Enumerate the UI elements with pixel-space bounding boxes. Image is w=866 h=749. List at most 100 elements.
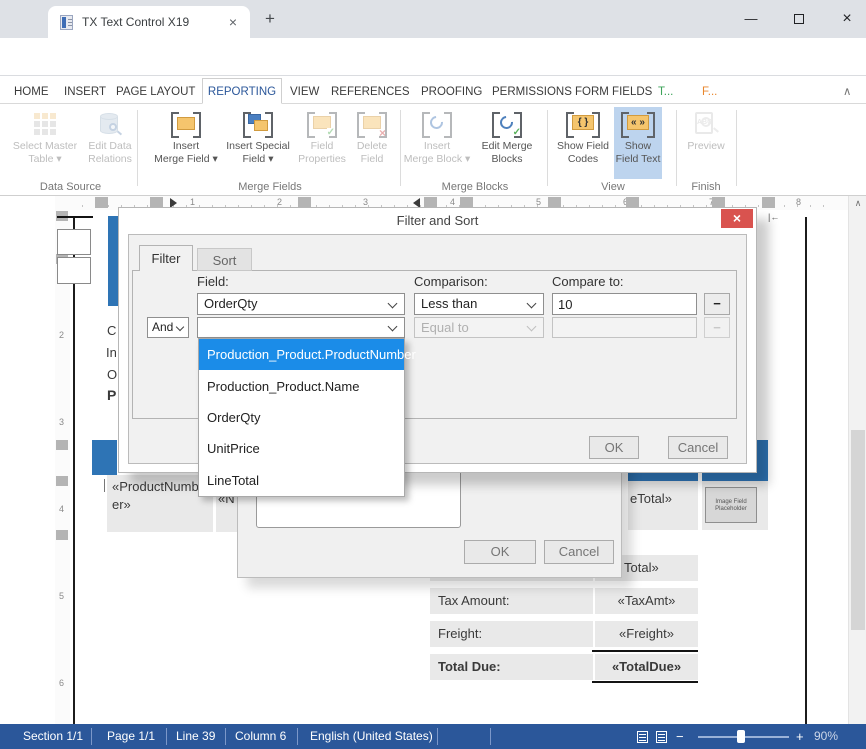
edit-data-relations-button[interactable]: Edit DataRelations	[82, 107, 138, 179]
database-search-icon	[100, 108, 120, 140]
comparison-select-row1[interactable]: Less than	[414, 293, 544, 315]
group-label-data-source: Data Source	[4, 181, 137, 193]
conjunction-select[interactable]: And	[147, 317, 189, 338]
preview-icon: ABC	[693, 108, 719, 140]
tab-t-truncated[interactable]: T...	[658, 81, 673, 104]
merge-field-subtotal-fragment: Total»	[624, 560, 659, 575]
new-tab-button[interactable]: +	[260, 9, 280, 29]
tab-form-fields[interactable]: FORM FIELDS	[575, 81, 652, 104]
preview-button[interactable]: ABC Preview	[682, 107, 730, 179]
tab-view[interactable]: VIEW	[290, 81, 319, 104]
tab-sort[interactable]: Sort	[197, 248, 252, 271]
merge-field-product-number: er»	[112, 497, 131, 512]
insert-merge-field-button[interactable]: InsertMerge Field ▾	[150, 107, 222, 179]
compare-to-input-row1[interactable]	[552, 293, 697, 315]
tab-insert[interactable]: INSERT	[64, 81, 106, 104]
window-minimize-button[interactable]: —	[736, 8, 766, 30]
field-select-row1[interactable]: OrderQty	[197, 293, 405, 315]
check-badge-icon: ✓	[513, 128, 521, 138]
ruler-number: 2	[59, 330, 64, 340]
totals-value-cell[interactable]: «TotalDue»	[595, 654, 698, 680]
delete-field-button[interactable]: × DeleteField	[350, 107, 394, 179]
text-fragment: P	[107, 387, 116, 403]
dropdown-item-product-name[interactable]: Production_Product.Name	[199, 370, 404, 401]
group-label-merge-blocks: Merge Blocks	[403, 181, 547, 193]
page-right-border	[805, 217, 807, 724]
compare-to-input-row2[interactable]	[552, 317, 697, 338]
totals-label-cell[interactable]: Total Due:	[430, 654, 593, 680]
table-cell-fragment	[57, 257, 91, 284]
merge-field-product-number: «ProductNumb	[112, 479, 199, 494]
merge-block-icon	[422, 108, 452, 140]
dropdown-item-product-number[interactable]: Production_Product.ProductNumber	[199, 339, 404, 370]
cancel-button[interactable]: Cancel	[668, 436, 728, 459]
tab-page-layout[interactable]: PAGE LAYOUT	[116, 81, 195, 104]
chevron-down-icon	[527, 322, 537, 332]
zoom-slider-thumb[interactable]	[737, 730, 745, 743]
chevron-down-icon	[388, 299, 398, 309]
status-line: Line 39	[176, 729, 215, 743]
tab-proofing[interactable]: PROOFING	[421, 81, 482, 104]
merge-field-icon	[171, 108, 201, 140]
select-master-table-button[interactable]: Select MasterTable ▾	[8, 107, 82, 179]
ruler-number: 1	[190, 197, 195, 207]
tab-permissions[interactable]: PERMISSIONS	[492, 81, 572, 104]
tab-filter[interactable]: Filter	[139, 245, 193, 271]
window-close-button[interactable]: ×	[832, 8, 862, 30]
window-maximize-button[interactable]	[784, 8, 814, 30]
show-field-text-button[interactable]: « » ShowField Text	[614, 107, 662, 179]
show-field-codes-button[interactable]: { } Show FieldCodes	[554, 107, 612, 179]
field-select-row2[interactable]	[197, 317, 405, 338]
fit-page-icon[interactable]	[637, 731, 648, 743]
background-cancel-button[interactable]: Cancel	[544, 540, 614, 564]
edit-merge-blocks-button[interactable]: ✓ Edit MergeBlocks	[474, 107, 540, 179]
dropdown-item-linetotal[interactable]: LineTotal	[199, 465, 404, 496]
insert-merge-block-button[interactable]: InsertMerge Block ▾	[404, 107, 470, 179]
chevron-down-icon	[527, 299, 537, 309]
column-gripper[interactable]	[762, 197, 775, 208]
tab-home[interactable]: HOME	[14, 81, 49, 104]
totals-label-cell[interactable]: Freight:	[430, 621, 593, 647]
check-badge-icon: ✓	[327, 128, 335, 138]
tab-title: TX Text Control X19	[82, 15, 189, 29]
column-gripper[interactable]	[95, 197, 108, 208]
ok-button[interactable]: OK	[589, 436, 639, 459]
merge-field-freight: «Freight»	[619, 626, 674, 641]
scrollbar-thumb[interactable]	[851, 430, 865, 630]
background-ok-button[interactable]: OK	[464, 540, 536, 564]
totals-label-cell[interactable]: Tax Amount:	[430, 588, 593, 614]
comparison-select-row2[interactable]: Equal to	[414, 317, 544, 338]
row-gripper[interactable]	[56, 440, 68, 450]
group-label-view: View	[550, 181, 676, 193]
dropdown-item-unitprice[interactable]: UnitPrice	[199, 433, 404, 464]
image-cell[interactable]: Image Field Placeholder	[702, 481, 768, 530]
tab-close-icon[interactable]: ×	[224, 13, 242, 31]
row-gripper[interactable]	[56, 530, 68, 540]
tab-f-truncated[interactable]: F...	[702, 81, 717, 104]
insert-special-field-button[interactable]: Insert SpecialField ▾	[222, 107, 294, 179]
totals-value-cell[interactable]: «Freight»	[595, 621, 698, 647]
dropdown-item-orderqty[interactable]: OrderQty	[199, 402, 404, 433]
ruler-number: 2	[277, 197, 282, 207]
dialog-close-button[interactable]: ×	[721, 209, 753, 228]
zoom-in-button[interactable]: +	[796, 729, 804, 744]
row-gripper[interactable]	[56, 476, 68, 486]
status-column: Column 6	[235, 729, 286, 743]
tab-reporting[interactable]: REPORTING	[202, 78, 282, 104]
browser-tab[interactable]: TX Text Control X19 ×	[48, 6, 250, 38]
scrollbar-up-icon[interactable]: ∧	[849, 198, 866, 209]
ribbon-collapse-icon[interactable]: ∧	[843, 81, 851, 104]
vertical-scrollbar[interactable]: ∧	[848, 196, 866, 724]
fit-width-icon[interactable]	[656, 731, 667, 743]
remove-row1-button[interactable]: −	[704, 293, 730, 315]
totals-value-cell[interactable]: «TaxAmt»	[595, 588, 698, 614]
zoom-out-button[interactable]: −	[676, 729, 684, 744]
filter-and-sort-dialog: Filter and Sort × Filter Sort Field: Com…	[118, 207, 757, 473]
tab-references[interactable]: REFERENCES	[331, 81, 410, 104]
field-properties-button[interactable]: ✓ FieldProperties	[296, 107, 348, 179]
ribbon: Select MasterTable ▾ Edit DataRelations …	[0, 104, 866, 196]
field-select-value: OrderQty	[204, 296, 257, 311]
remove-row2-button[interactable]: −	[704, 317, 730, 338]
ruler-number: 5	[59, 591, 64, 601]
merge-field-cell[interactable]: eTotal»	[628, 481, 698, 530]
